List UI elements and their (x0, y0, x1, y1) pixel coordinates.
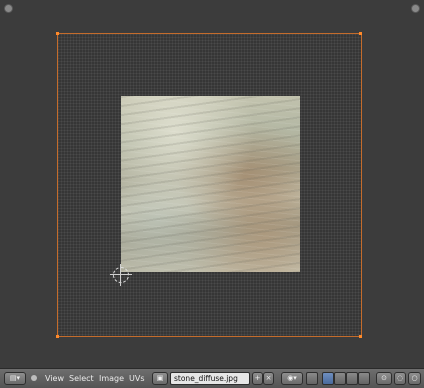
2d-cursor-icon[interactable] (110, 264, 132, 286)
menu-collapse-icon[interactable] (31, 375, 37, 381)
header-extra-icon[interactable]: ○ (408, 372, 421, 385)
face-select-icon[interactable] (346, 372, 358, 385)
image-name-field[interactable]: stone_diffuse.jpg (170, 372, 250, 385)
area-split-widget-left[interactable] (4, 4, 13, 13)
image-browse-icon[interactable]: ▣ (152, 372, 168, 385)
uv-editor-header: ▤▾ View Select Image UVs ▣ stone_diffuse… (0, 368, 424, 388)
menu-view[interactable]: View (45, 372, 64, 386)
snap-icon[interactable]: ⊙ (376, 372, 392, 385)
pivot-icon[interactable]: ◉▾ (281, 372, 303, 385)
proportional-icon[interactable]: ◌ (394, 372, 406, 385)
sync-icon[interactable] (306, 372, 318, 385)
unlink-icon[interactable]: × (263, 372, 274, 385)
edge-select-icon[interactable] (334, 372, 346, 385)
uv-vertex[interactable] (359, 32, 362, 35)
menu-image[interactable]: Image (99, 372, 124, 386)
uv-vertex[interactable] (359, 335, 362, 338)
island-select-icon[interactable] (358, 372, 370, 385)
editor-type-icon[interactable]: ▤▾ (4, 372, 26, 385)
area-split-widget-right[interactable] (411, 4, 420, 13)
add-icon[interactable]: + (252, 372, 263, 385)
menu-uvs[interactable]: UVs (129, 372, 145, 386)
uv-editor-viewport[interactable] (0, 0, 424, 368)
menu-select[interactable]: Select (69, 372, 94, 386)
uv-vertex[interactable] (56, 32, 59, 35)
uv-vertex[interactable] (56, 335, 59, 338)
texture-image (121, 96, 300, 272)
vertex-select-icon[interactable] (322, 372, 334, 385)
